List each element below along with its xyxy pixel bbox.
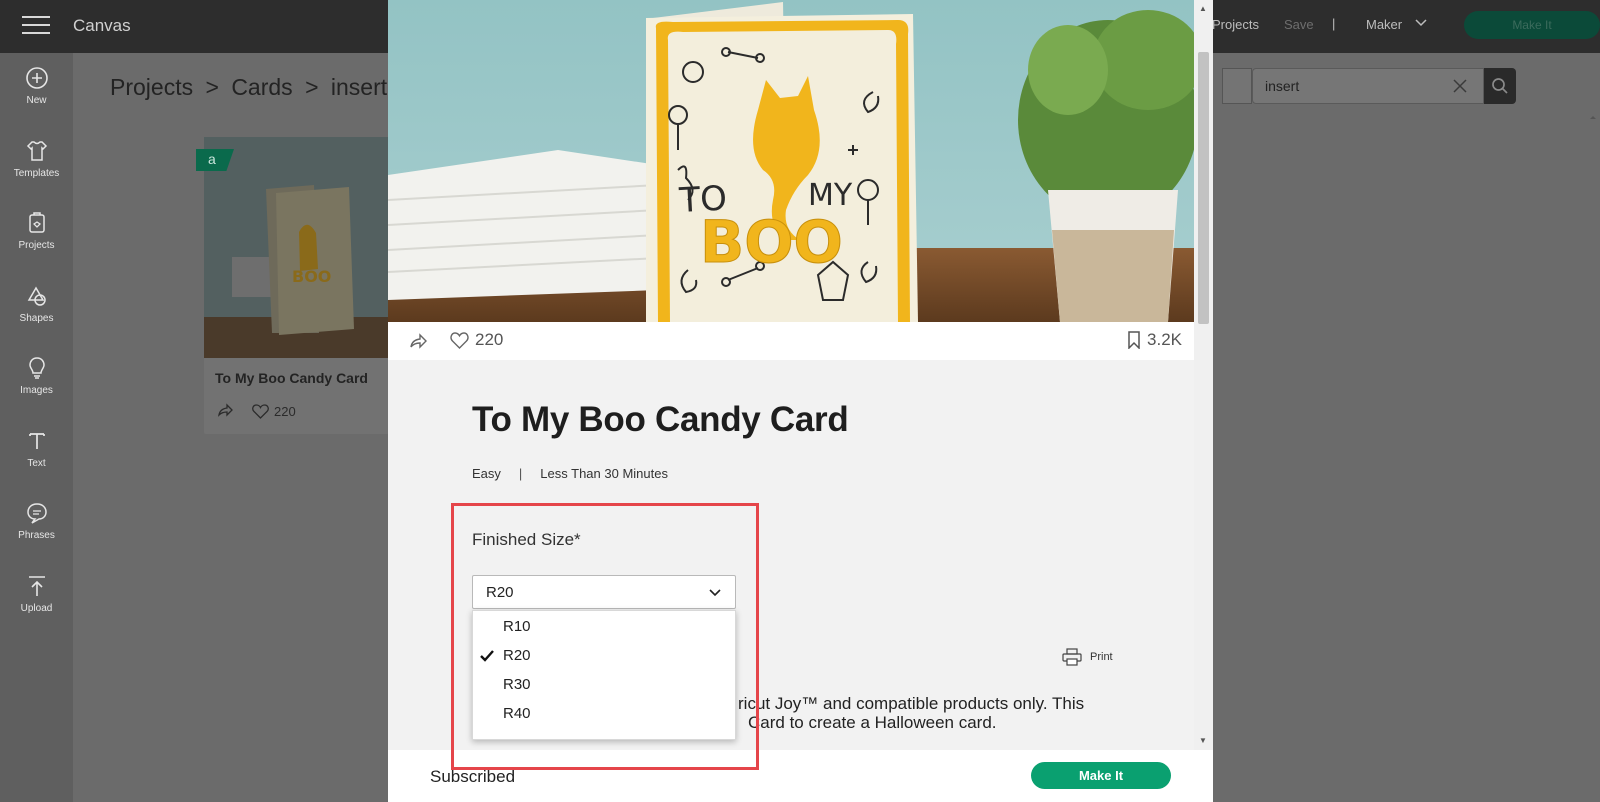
share-icon[interactable] bbox=[216, 401, 234, 422]
sidebar-item-phrases[interactable]: Phrases bbox=[0, 500, 73, 541]
finished-size-value: R20 bbox=[486, 584, 514, 601]
scroll-thumb[interactable] bbox=[1198, 52, 1209, 324]
sidebar-item-label: New bbox=[26, 95, 47, 106]
sidebar-item-label: Phrases bbox=[18, 530, 55, 541]
subscription-status: Subscribed bbox=[430, 767, 516, 786]
breadcrumb-projects[interactable]: Projects bbox=[110, 74, 193, 100]
sidebar-item-label: Text bbox=[27, 458, 46, 469]
breadcrumb-separator: > bbox=[305, 74, 319, 100]
chevron-down-icon bbox=[707, 584, 723, 605]
text-icon bbox=[28, 433, 45, 449]
size-option-r20[interactable]: R20 bbox=[473, 642, 737, 671]
search-bar bbox=[1222, 68, 1516, 104]
sidebar-item-label: Projects bbox=[18, 240, 55, 251]
modal-footer: Subscribed Make It bbox=[388, 750, 1213, 802]
upload-icon bbox=[28, 576, 45, 596]
finished-size-label: Finished Size* bbox=[472, 530, 581, 549]
project-meta: Easy | Less Than 30 Minutes bbox=[472, 466, 668, 481]
lightbulb-icon bbox=[28, 357, 45, 379]
search-filter-dropdown[interactable] bbox=[1222, 68, 1252, 104]
svg-text:BOO: BOO bbox=[292, 267, 331, 286]
close-icon[interactable] bbox=[1450, 76, 1470, 96]
top-make-it-button[interactable]: Make It bbox=[1464, 11, 1600, 39]
breadcrumb-separator: > bbox=[205, 74, 219, 100]
size-option-label: R30 bbox=[503, 676, 531, 693]
sidebar-item-text[interactable]: Text bbox=[0, 428, 73, 469]
breadcrumb-current: insert bbox=[330, 74, 388, 100]
size-option-label: R20 bbox=[503, 647, 531, 664]
heart-icon bbox=[252, 404, 269, 419]
description-line: Card to create a Halloween card. bbox=[748, 713, 997, 732]
project-card-actions: 220 bbox=[216, 401, 296, 422]
app-title: Canvas bbox=[73, 16, 131, 35]
sidebar-item-shapes[interactable]: Shapes bbox=[0, 283, 73, 324]
project-card-title[interactable]: To My Boo Candy Card bbox=[215, 370, 368, 386]
scroll-down-arrow[interactable]: ▼ bbox=[1199, 736, 1207, 745]
page-scrollbar[interactable] bbox=[1586, 110, 1600, 802]
project-card[interactable]: BOO a To My Boo Candy Card 220 bbox=[196, 137, 389, 434]
sidebar-item-label: Templates bbox=[13, 168, 60, 179]
printer-icon bbox=[1062, 648, 1082, 666]
like-button[interactable]: 220 bbox=[252, 404, 296, 419]
sidebar-item-new[interactable]: New bbox=[0, 65, 73, 106]
left-sidebar: New Templates Projects Shapes Images Tex… bbox=[0, 53, 73, 802]
share-icon[interactable] bbox=[408, 331, 428, 356]
difficulty-label: Easy bbox=[472, 466, 501, 481]
sidebar-item-images[interactable]: Images bbox=[0, 355, 73, 396]
like-count: 220 bbox=[274, 404, 296, 419]
size-option-label: R10 bbox=[503, 618, 531, 635]
projects-link[interactable]: Projects bbox=[1212, 17, 1259, 32]
projects-icon bbox=[28, 212, 45, 233]
separator: | bbox=[1332, 16, 1336, 31]
shapes-icon bbox=[27, 286, 46, 306]
sidebar-item-label: Images bbox=[20, 385, 53, 396]
sidebar-item-upload[interactable]: Upload bbox=[0, 573, 73, 614]
make-it-button[interactable]: Make It bbox=[1031, 762, 1171, 789]
finished-size-select[interactable]: R20 bbox=[472, 575, 736, 609]
scroll-up-arrow[interactable]: ▲ bbox=[1199, 4, 1207, 13]
chevron-down-icon[interactable] bbox=[1414, 16, 1428, 33]
bookmark-button[interactable]: 3.2K bbox=[1127, 330, 1182, 350]
project-detail-modal: TO MY BOO ▲ ▼ 220 3.2K To My Boo Candy C… bbox=[388, 0, 1213, 802]
sidebar-item-label: Upload bbox=[20, 603, 53, 614]
sidebar-item-label: Shapes bbox=[19, 313, 54, 324]
breadcrumb: Projects > Cards > insert bbox=[110, 74, 393, 101]
svg-text:BOO: BOO bbox=[700, 208, 843, 276]
project-thumbnail: BOO bbox=[204, 137, 389, 358]
shirt-icon bbox=[26, 141, 47, 161]
project-description: ricut Joy™ and compatible products only.… bbox=[738, 694, 1158, 732]
project-title: To My Boo Candy Card bbox=[472, 400, 849, 439]
machine-select[interactable]: Maker bbox=[1366, 17, 1402, 32]
breadcrumb-cards[interactable]: Cards bbox=[231, 74, 292, 100]
plus-circle-icon bbox=[25, 67, 48, 89]
project-hero-image: TO MY BOO bbox=[388, 0, 1194, 322]
search-button[interactable] bbox=[1484, 68, 1516, 104]
speech-bubble-icon bbox=[26, 503, 47, 524]
meta-separator: | bbox=[518, 466, 523, 481]
bookmark-icon bbox=[1128, 331, 1140, 349]
project-stats-bar: 220 3.2K bbox=[388, 322, 1194, 360]
duration-label: Less Than 30 Minutes bbox=[540, 466, 668, 481]
sidebar-item-projects[interactable]: Projects bbox=[0, 210, 73, 251]
size-option-label: R40 bbox=[503, 705, 531, 722]
size-option-r40[interactable]: R40 bbox=[473, 700, 737, 729]
checkmark-icon bbox=[479, 648, 495, 669]
modal-scrollbar[interactable]: ▲ ▼ bbox=[1194, 0, 1213, 750]
menu-icon[interactable] bbox=[22, 16, 50, 36]
size-option-r30[interactable]: R30 bbox=[473, 671, 737, 700]
finished-size-dropdown: R10 R20 R30 R40 bbox=[472, 610, 736, 740]
sidebar-item-templates[interactable]: Templates bbox=[0, 138, 73, 179]
print-label: Print bbox=[1090, 651, 1113, 663]
search-icon bbox=[1492, 78, 1508, 94]
size-option-r10[interactable]: R10 bbox=[473, 613, 737, 642]
description-line: ricut Joy™ and compatible products only.… bbox=[738, 694, 1085, 713]
like-button[interactable]: 220 bbox=[450, 330, 503, 350]
save-count: 3.2K bbox=[1147, 330, 1182, 349]
like-count: 220 bbox=[475, 330, 504, 349]
heart-icon bbox=[450, 331, 469, 349]
top-right-controls: Projects Save | Maker Make It bbox=[1180, 0, 1600, 53]
save-button[interactable]: Save bbox=[1284, 17, 1314, 32]
print-button[interactable]: Print bbox=[1062, 648, 1113, 666]
